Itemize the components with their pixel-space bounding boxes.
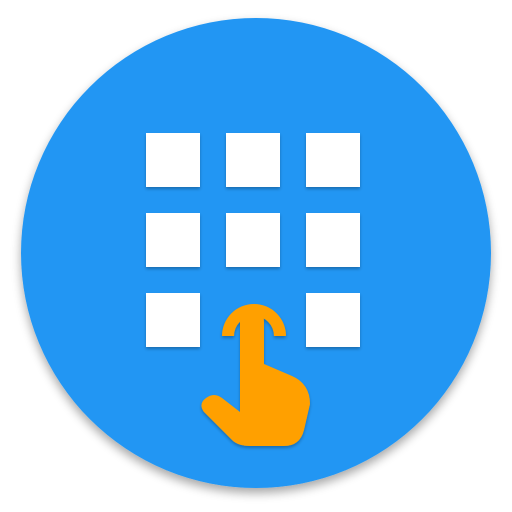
keypad-key [146,133,200,187]
keypad-key [306,213,360,267]
keypad-key [226,133,280,187]
keypad-key [306,133,360,187]
keypad-key [226,213,280,267]
keypad-touch-app-icon[interactable] [0,0,512,512]
keypad-key [306,293,360,347]
keypad-key [146,213,200,267]
app-icon-stage [0,0,512,512]
keypad-key [146,293,200,347]
